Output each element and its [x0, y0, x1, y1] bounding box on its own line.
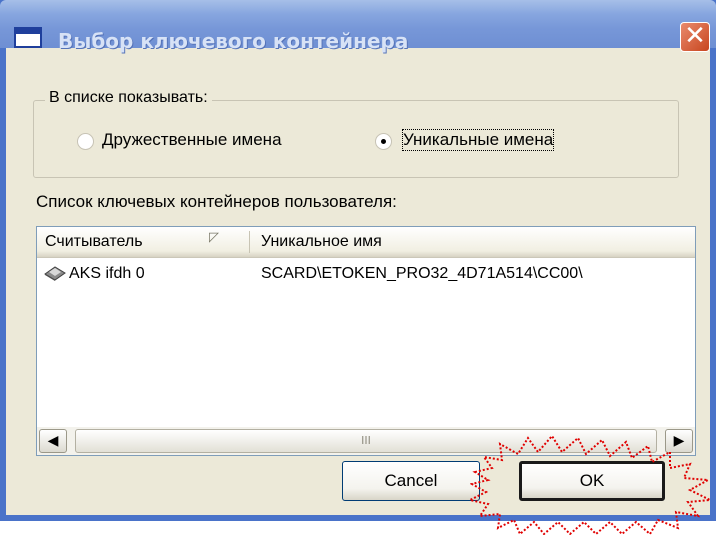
reader-cell: AKS ifdh 0: [69, 265, 145, 282]
window-title: Выбор ключевого контейнера: [58, 29, 409, 53]
cancel-button[interactable]: Cancel: [342, 461, 480, 501]
list-header: Считыватель ◸ Уникальное имя: [37, 227, 695, 258]
key-container-list[interactable]: Считыватель ◸ Уникальное имя AKS ifdh 0 …: [36, 226, 696, 456]
card-reader-icon: [44, 266, 66, 281]
scroll-left-button[interactable]: ◀: [39, 429, 67, 453]
close-icon: ✕: [684, 21, 706, 51]
sort-arrow-icon: ◸: [209, 230, 219, 245]
radio-friendly-names[interactable]: [77, 133, 94, 150]
column-header-unique-name[interactable]: Уникальное имя: [261, 227, 691, 257]
radio-unique-names-label[interactable]: Уникальные имена: [401, 129, 555, 151]
table-row[interactable]: AKS ifdh 0 SCARD\ETOKEN_PRO32_4D71A514\C…: [37, 259, 695, 289]
scroll-thumb[interactable]: III: [75, 429, 657, 453]
legend-label: В списке показывать:: [49, 89, 208, 106]
title-bar[interactable]: Выбор ключевого контейнера ✕: [0, 0, 716, 53]
group-legend: В списке показывать:: [45, 89, 212, 107]
close-button[interactable]: ✕: [680, 22, 710, 52]
ok-button[interactable]: OK: [519, 461, 665, 501]
radio-friendly-names-label[interactable]: Дружественные имена: [102, 130, 282, 150]
window-icon: [14, 27, 42, 48]
chevron-left-icon: ◀: [47, 433, 59, 449]
radio-unique-names[interactable]: [375, 133, 392, 150]
chevron-right-icon: ▶: [673, 433, 685, 449]
column-header-reader[interactable]: Считыватель: [45, 227, 235, 257]
unique-name-cell: SCARD\ETOKEN_PRO32_4D71A514\CC00\: [261, 265, 583, 282]
scroll-right-button[interactable]: ▶: [665, 429, 693, 453]
horizontal-scrollbar[interactable]: ◀ III ▶: [37, 427, 695, 455]
column-divider[interactable]: [249, 231, 250, 253]
list-caption: Список ключевых контейнеров пользователя…: [36, 192, 397, 211]
